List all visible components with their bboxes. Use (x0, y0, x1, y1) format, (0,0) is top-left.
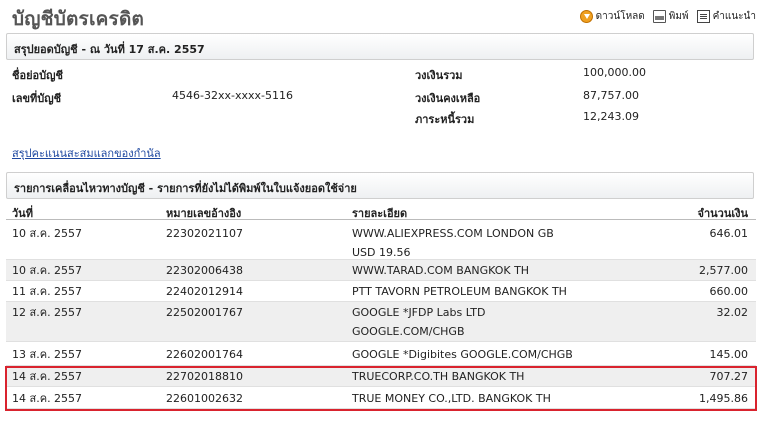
table-row: 10 ส.ค. 2557 22302006438 WWW.TARAD.COM B… (6, 260, 756, 281)
table-row: 14 ส.ค. 2557 22601002632 TRUE MONEY CO.,… (6, 387, 756, 409)
row-date: 12 ส.ค. 2557 (12, 306, 83, 319)
row-reference: 22302021107 (166, 227, 243, 240)
credit-limit-label: วงเงินรวม (415, 69, 463, 82)
row-amount: 707.27 (709, 370, 749, 383)
table-row: 14 ส.ค. 2557 22702018810 TRUECORP.CO.TH … (6, 366, 756, 387)
row-date: 14 ส.ค. 2557 (12, 392, 83, 405)
row-description: WWW.TARAD.COM BANGKOK TH (352, 264, 530, 277)
credit-limit-value: 100,000.00 (583, 66, 646, 79)
table-header: วันที่ หมายเลขอ้างอิง รายละเอียด จำนวนเง… (6, 202, 756, 220)
print-icon (652, 10, 666, 23)
row-description: GOOGLE *JFDP Labs LTD GOOGLE.COM/CHGB (352, 303, 486, 341)
row-date: 13 ส.ค. 2557 (12, 348, 83, 361)
row-reference: 22602001764 (166, 348, 243, 361)
page-header: บัญชีบัตรเครดิต ดาวน์โหลด พิมพ์ คำแนะนำ (8, 2, 756, 30)
account-no-label: เลขที่บัญชี (12, 92, 62, 105)
row-date: 10 ส.ค. 2557 (12, 227, 83, 240)
row-reference: 22302006438 (166, 264, 243, 277)
column-description: รายละเอียด (352, 207, 408, 220)
row-reference: 22502001767 (166, 306, 243, 319)
row-description: PTT TAVORN PETROLEUM BANGKOK TH (352, 285, 567, 298)
available-credit-label: วงเงินคงเหลือ (415, 92, 481, 105)
transactions-title: รายการเคลื่อนไหวทางบัญชี - รายการที่ยังไ… (14, 182, 357, 195)
toolbar: ดาวน์โหลด พิมพ์ คำแนะนำ (579, 9, 756, 24)
help-label: คำแนะนำ (712, 11, 756, 22)
summary-title: สรุปยอดบัญชี - ณ วันที่ 17 ส.ค. 2557 (14, 43, 205, 56)
row-reference: 22402012914 (166, 285, 243, 298)
row-description: GOOGLE *Digibites GOOGLE.COM/CHGB (352, 348, 573, 361)
account-name-label: ชื่อย่อบัญชี (12, 69, 63, 82)
summary-header-bar: สรุปยอดบัญชี - ณ วันที่ 17 ส.ค. 2557 (6, 33, 754, 60)
row-amount: 32.02 (716, 306, 749, 319)
total-balance-label: ภาระหนี้รวม (415, 113, 475, 126)
table-row: 13 ส.ค. 2557 22602001764 GOOGLE *Digibit… (6, 342, 756, 366)
row-description-line2: GOOGLE.COM/CHGB (352, 325, 465, 338)
rewards-summary-link[interactable]: สรุปคะแนนสะสมแลกของกำนัล (12, 144, 161, 162)
transactions-header-bar: รายการเคลื่อนไหวทางบัญชี - รายการที่ยังไ… (6, 172, 754, 199)
table-row: 12 ส.ค. 2557 22502001767 GOOGLE *JFDP La… (6, 302, 756, 342)
table-row: 11 ส.ค. 2557 22402012914 PTT TAVORN PETR… (6, 281, 756, 302)
row-amount: 145.00 (709, 348, 749, 361)
total-balance-value: 12,243.09 (583, 110, 639, 123)
row-reference: 22702018810 (166, 370, 243, 383)
column-amount: จำนวนเงิน (697, 207, 749, 220)
account-no-value: 4546-32xx-xxxx-5116 (172, 89, 293, 102)
row-amount: 646.01 (709, 227, 749, 240)
row-amount: 1,495.86 (699, 392, 748, 405)
page-title: บัญชีบัตรเครดิต (12, 8, 145, 30)
row-description-line1: GOOGLE *JFDP Labs LTD (352, 306, 486, 319)
row-reference: 22601002632 (166, 392, 243, 405)
help-button[interactable]: คำแนะนำ (696, 9, 756, 24)
row-description: WWW.ALIEXPRESS.COM LONDON GB USD 19.56 (352, 224, 554, 262)
print-label: พิมพ์ (668, 11, 689, 22)
row-date: 11 ส.ค. 2557 (12, 285, 83, 298)
row-date: 10 ส.ค. 2557 (12, 264, 83, 277)
row-amount: 2,577.00 (699, 264, 748, 277)
row-description: TRUECORP.CO.TH BANGKOK TH (352, 370, 525, 383)
column-date: วันที่ (12, 207, 33, 220)
print-button[interactable]: พิมพ์ (652, 9, 689, 24)
column-reference: หมายเลขอ้างอิง (166, 207, 242, 220)
row-description-line1: WWW.ALIEXPRESS.COM LONDON GB (352, 227, 554, 240)
row-amount: 660.00 (709, 285, 749, 298)
download-button[interactable]: ดาวน์โหลด (579, 9, 645, 24)
row-date: 14 ส.ค. 2557 (12, 370, 83, 383)
help-icon (696, 10, 710, 23)
row-description: TRUE MONEY CO.,LTD. BANGKOK TH (352, 392, 551, 405)
download-icon (579, 10, 593, 23)
table-row: 10 ส.ค. 2557 22302021107 WWW.ALIEXPRESS.… (6, 221, 756, 260)
available-credit-value: 87,757.00 (583, 89, 639, 102)
download-label: ดาวน์โหลด (595, 11, 645, 22)
